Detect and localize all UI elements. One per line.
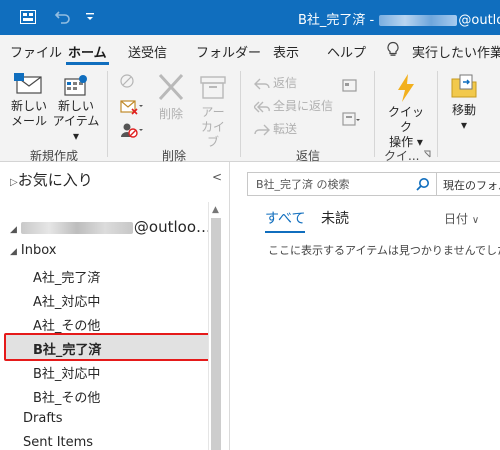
archive-button[interactable]: アー カイブ: [196, 73, 230, 150]
forward-icon: [254, 124, 270, 135]
undo-icon[interactable]: [54, 8, 72, 26]
folder-scrollbar[interactable]: ▲: [208, 202, 222, 450]
collapse-arrow-icon[interactable]: ◢: [10, 225, 17, 235]
redacted-account-blur: [20, 221, 133, 234]
search-box[interactable]: [247, 172, 437, 196]
tab-home[interactable]: ホーム: [66, 42, 109, 65]
search-input[interactable]: [248, 173, 408, 195]
tab-help[interactable]: ヘルプ: [327, 42, 366, 61]
envelope-icon: [14, 73, 42, 94]
folder-item[interactable]: A社_完了済: [33, 267, 100, 286]
message-list-pane: 現在のフォルダー すべて 未読 日付 ∨ ここに表示するアイテムは見つかりません…: [231, 162, 500, 450]
folder-item[interactable]: A社_その他: [33, 315, 100, 334]
reply-all-button[interactable]: 全員に返信: [253, 97, 333, 114]
search-scope-dropdown[interactable]: 現在のフォルダー: [437, 172, 500, 196]
move-button[interactable]: 移動 ▾: [446, 73, 482, 133]
folder-drafts[interactable]: Drafts: [23, 411, 63, 426]
folder-item[interactable]: A社_対応中: [33, 291, 100, 310]
tab-folder[interactable]: フォルダー: [196, 42, 261, 61]
tab-send-receive[interactable]: 送受信: [128, 42, 167, 61]
ignore-icon[interactable]: [119, 73, 137, 89]
filter-unread-tab[interactable]: 未読: [321, 208, 349, 228]
expand-arrow-icon[interactable]: ▷: [10, 177, 18, 188]
lightning-icon: [398, 74, 414, 102]
folder-item-selected[interactable]: B社_完了済: [33, 339, 101, 358]
reply-all-icon: [253, 101, 270, 112]
new-items-button[interactable]: 新しい アイテム ▾: [50, 73, 102, 144]
window-title: B社_完了済 - @outlook: [298, 13, 500, 28]
delete-button[interactable]: 削除: [154, 73, 188, 122]
quick-access-dropdown-icon[interactable]: [85, 12, 95, 22]
ribbon-separator: [437, 71, 438, 157]
title-bar: B社_完了済 - @outlook: [0, 0, 500, 35]
folder-inbox[interactable]: ◢ Inbox: [10, 243, 57, 258]
junk-icon[interactable]: [119, 121, 143, 139]
dialog-launcher-icon[interactable]: [423, 150, 431, 158]
archive-box-icon: [200, 76, 226, 99]
account-header[interactable]: ◢ @outloo…: [10, 218, 211, 236]
ribbon-separator: [374, 71, 375, 157]
reply-button[interactable]: 返信: [254, 74, 297, 91]
folder-sent-items[interactable]: Sent Items: [23, 435, 93, 450]
cleanup-icon[interactable]: [119, 97, 143, 115]
folder-pane: ▷お気に入り < ◢ @outloo… ◢ Inbox A社_完了済 A社_対応中 …: [0, 162, 230, 450]
ribbon-separator: [107, 71, 108, 157]
new-mail-button[interactable]: 新しい メール: [10, 73, 48, 129]
quick-steps-button[interactable]: クイック 操作 ▾: [384, 73, 428, 150]
lightbulb-icon: [387, 41, 399, 56]
redacted-email-blur: [379, 15, 458, 26]
tell-me-box[interactable]: 実行したい作業を: [412, 42, 500, 61]
meeting-icon[interactable]: [342, 77, 358, 93]
delete-x-icon: [158, 73, 184, 101]
reply-icon: [254, 78, 270, 89]
chevron-down-icon: ∨: [471, 215, 480, 226]
filter-all-tab[interactable]: すべて: [265, 208, 306, 233]
scroll-up-icon[interactable]: ▲: [212, 205, 219, 215]
ribbon-separator: [240, 71, 241, 157]
favorites-header[interactable]: ▷お気に入り: [10, 169, 93, 190]
new-items-icon: [64, 75, 87, 96]
tab-view[interactable]: 表示: [273, 42, 299, 61]
collapse-pane-icon[interactable]: <: [212, 170, 222, 184]
forward-button[interactable]: 転送: [254, 120, 297, 137]
scroll-thumb[interactable]: [211, 218, 221, 450]
sort-by-date-dropdown[interactable]: 日付 ∨: [444, 210, 479, 227]
outlook-app-icon[interactable]: [20, 10, 36, 24]
tab-file[interactable]: ファイル: [10, 42, 62, 61]
empty-list-message: ここに表示するアイテムは見つかりませんでした。: [268, 244, 500, 257]
folder-item[interactable]: B社_その他: [33, 387, 100, 406]
more-respond-icon[interactable]: [342, 111, 360, 127]
folder-item[interactable]: B社_対応中: [33, 363, 100, 382]
search-icon[interactable]: [416, 177, 430, 191]
collapse-arrow-icon[interactable]: ◢: [10, 247, 17, 257]
ribbon: 新しい メール 新しい アイテム ▾ 新規作成 削除 アー カイブ 削除 返信 …: [0, 65, 500, 163]
ribbon-tabs: ファイル ホーム 送受信 フォルダー 表示 ヘルプ 実行したい作業を: [0, 35, 500, 65]
move-folder-icon: [451, 74, 477, 98]
